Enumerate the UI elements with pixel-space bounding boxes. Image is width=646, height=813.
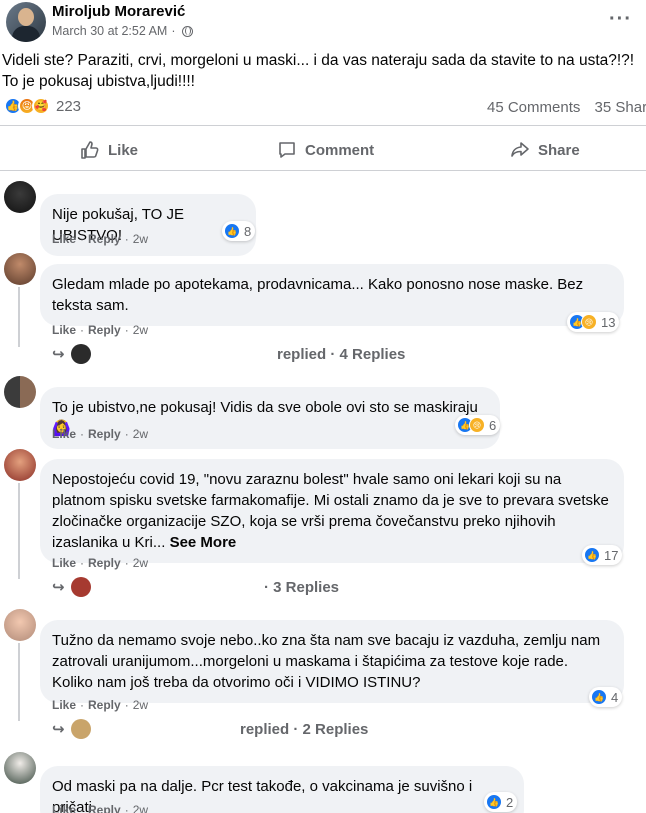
like-reaction-icon: 👍: [486, 794, 502, 810]
comment-reactions[interactable]: 👍 8: [222, 221, 256, 241]
comment-age[interactable]: 2w: [133, 232, 148, 246]
comment-avatar[interactable]: [4, 449, 36, 481]
replier-avatar: [70, 344, 91, 364]
comment-reply-link[interactable]: Reply: [88, 232, 121, 246]
comment-actions: Like · Reply · 2w: [52, 556, 149, 570]
comment-actions: Like · Reply · 2w: [52, 698, 149, 712]
view-replies-link[interactable]: replied · 4 Replies: [277, 346, 405, 363]
comment-text: Nepostojeću covid 19, "novu zaraznu bole…: [52, 471, 609, 551]
post-reactions[interactable]: 👍 😡 🥰 223: [4, 97, 81, 115]
comment-like-link[interactable]: Like: [52, 803, 76, 813]
comment-avatar[interactable]: [4, 253, 36, 285]
comment-reaction-count: 6: [489, 417, 497, 433]
comment-bubble: Tužno da nemamo svoje nebo..ko zna šta n…: [40, 620, 624, 703]
view-replies-row[interactable]: ↪: [52, 344, 91, 364]
comment-reactions[interactable]: 👍 2: [484, 792, 518, 812]
divider: [0, 125, 646, 126]
comment-reply-link[interactable]: Reply: [88, 556, 121, 570]
comment-age[interactable]: 2w: [133, 427, 148, 441]
comment-like-link[interactable]: Like: [52, 323, 76, 337]
comment-like-link[interactable]: Like: [52, 698, 76, 712]
view-replies-link[interactable]: replied · 2 Replies: [240, 721, 368, 738]
thumbs-up-icon: [81, 141, 99, 159]
share-button[interactable]: Share: [510, 138, 580, 162]
comment-avatar[interactable]: [4, 609, 36, 641]
comment-age[interactable]: 2w: [133, 323, 148, 337]
like-reaction-icon: 👍: [584, 547, 600, 563]
comment-actions: Like · Reply · 2w: [52, 427, 149, 441]
comment-reaction-count: 4: [611, 689, 619, 705]
replier-avatar: [70, 577, 91, 597]
public-globe-icon: [181, 25, 193, 37]
thread-line: [18, 643, 20, 721]
reply-arrow-icon: ↪: [52, 579, 65, 596]
replier-avatar: [70, 719, 91, 739]
view-replies-row[interactable]: ↪: [52, 719, 91, 739]
post-author-avatar[interactable]: [6, 2, 46, 42]
post-author-name[interactable]: Miroljub Morarević: [52, 3, 185, 20]
like-button-label: Like: [108, 141, 139, 159]
like-reaction-icon: 👍: [224, 223, 240, 239]
comment-age[interactable]: 2w: [133, 803, 148, 813]
comment-reply-link[interactable]: Reply: [88, 427, 121, 441]
sad-reaction-icon: 😢: [581, 314, 597, 330]
see-more-link[interactable]: See More: [170, 534, 237, 551]
post-timestamp[interactable]: March 30 at 2:52 AM: [52, 24, 167, 38]
shares-count-link[interactable]: 35 Shares: [595, 99, 646, 116]
comment-actions: Like · Reply · 2w: [52, 232, 149, 246]
like-button[interactable]: Like: [80, 138, 138, 162]
comment-bubble: Nepostojeću covid 19, "novu zaraznu bole…: [40, 459, 624, 563]
reply-arrow-icon: ↪: [52, 721, 65, 738]
thread-line: [18, 483, 20, 579]
comment-button[interactable]: Comment: [277, 138, 374, 162]
comment-like-link[interactable]: Like: [52, 427, 76, 441]
post-meta: March 30 at 2:52 AM ·: [52, 24, 193, 38]
comment-text: Gledam mlade po apotekama, prodavnicama.…: [52, 276, 584, 314]
comment-reactions[interactable]: 👍 17: [582, 545, 623, 565]
comment-reply-link[interactable]: Reply: [88, 323, 121, 337]
post-body-text: Videli ste? Paraziti, crvi, morgeloni u …: [2, 52, 635, 90]
comment-reactions[interactable]: 👍 4: [589, 687, 623, 707]
comment-actions: Like · Reply · 2w: [52, 803, 148, 813]
share-icon: [511, 142, 529, 157]
reaction-count: 223: [56, 97, 82, 115]
comment-reaction-count: 8: [244, 223, 252, 239]
comment-reply-link[interactable]: Reply: [88, 803, 121, 813]
post-stats: 45 Comments 35 Shares: [487, 99, 646, 116]
comment-reply-link[interactable]: Reply: [88, 698, 121, 712]
comment-avatar[interactable]: [4, 376, 36, 408]
comment-reactions[interactable]: 👍 😢 6: [455, 415, 501, 435]
comment-avatar[interactable]: [4, 752, 36, 784]
view-replies-link[interactable]: · 3 Replies: [264, 579, 339, 596]
thread-line: [18, 287, 20, 347]
sad-reaction-icon: 😢: [469, 417, 485, 433]
comment-avatar[interactable]: [4, 181, 36, 213]
view-replies-row[interactable]: ↪: [52, 577, 91, 597]
comment-button-label: Comment: [305, 141, 375, 159]
comments-count-link[interactable]: 45 Comments: [487, 99, 580, 116]
like-reaction-icon: 👍: [591, 689, 607, 705]
comment-age[interactable]: 2w: [133, 698, 148, 712]
comment-like-link[interactable]: Like: [52, 232, 76, 246]
reply-arrow-icon: ↪: [52, 346, 65, 363]
divider: [0, 170, 646, 171]
comment-reaction-count: 2: [506, 794, 514, 810]
more-options-icon[interactable]: ···: [609, 8, 632, 31]
comment-bubble: Gledam mlade po apotekama, prodavnicama.…: [40, 264, 624, 326]
comment-text: Tužno da nemamo svoje nebo..ko zna šta n…: [52, 632, 601, 691]
comment-actions: Like · Reply · 2w: [52, 323, 149, 337]
comment-reactions[interactable]: 👍 😢 13: [567, 312, 620, 332]
comment-reaction-count: 17: [604, 547, 619, 563]
comment-icon: [279, 142, 295, 158]
share-button-label: Share: [538, 141, 580, 159]
care-reaction-icon: 🥰: [32, 97, 50, 115]
comment-reaction-count: 13: [601, 314, 616, 330]
comment-age[interactable]: 2w: [133, 556, 148, 570]
comment-like-link[interactable]: Like: [52, 556, 76, 570]
